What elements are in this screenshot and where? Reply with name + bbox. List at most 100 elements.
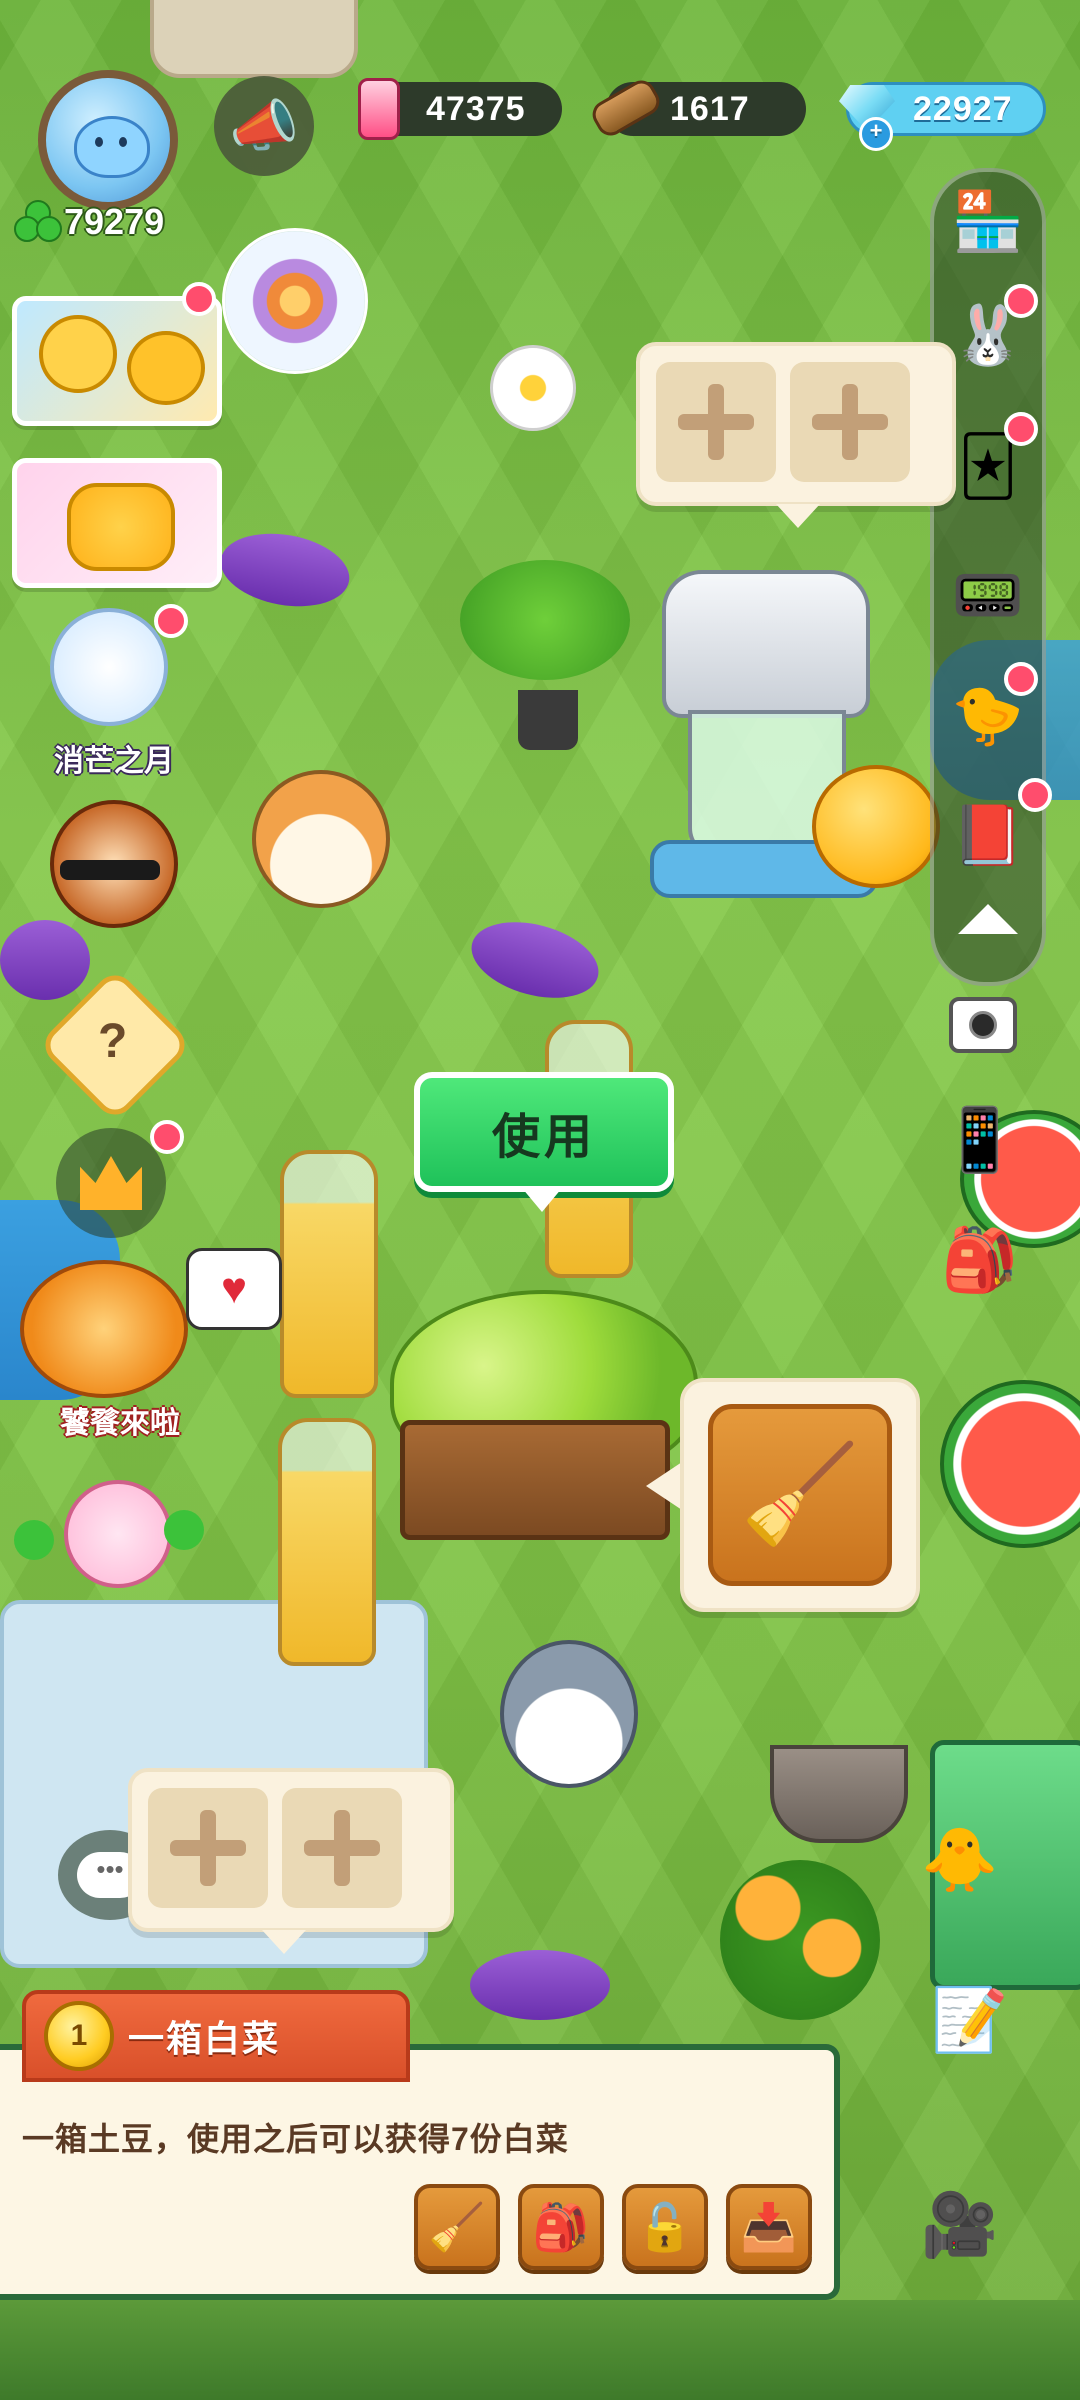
notification-dot bbox=[150, 1120, 184, 1154]
player-avatar-frame[interactable] bbox=[28, 60, 188, 220]
potion-value: 47375 bbox=[426, 89, 526, 128]
use-label: 使用 bbox=[491, 1111, 596, 1164]
clover-counter: 79279 bbox=[14, 200, 164, 244]
eggplant[interactable] bbox=[214, 524, 356, 616]
gem-icon: + bbox=[833, 75, 895, 151]
store-backpack-button[interactable]: 🎒 bbox=[518, 2184, 604, 2270]
mystery-box-button[interactable]: ? bbox=[30, 967, 193, 1123]
chick-notepad-icon: 📝 bbox=[931, 1985, 1009, 2055]
potion-resource[interactable]: 47375 bbox=[358, 78, 562, 140]
collect-button[interactable]: 📥 bbox=[726, 2184, 812, 2270]
moon-event-label: 消芒之月 bbox=[54, 745, 174, 778]
notification-dot bbox=[1004, 662, 1038, 696]
timed-event-card[interactable] bbox=[12, 296, 222, 426]
clover-icon bbox=[14, 200, 62, 244]
unlock-button[interactable]: 🔓 bbox=[622, 2184, 708, 2270]
camera-icon bbox=[949, 997, 1017, 1053]
notification-dot bbox=[1004, 284, 1038, 318]
yellow-chick[interactable] bbox=[812, 765, 940, 888]
chick-broom-icon: 🧹 bbox=[740, 1441, 860, 1548]
shop-stall-icon: 🏪 bbox=[951, 189, 1025, 254]
wood-resource[interactable]: 1617 bbox=[587, 75, 806, 141]
juice-bottle[interactable] bbox=[280, 1150, 378, 1398]
cards-icon: 🃏 bbox=[958, 434, 1018, 499]
backpack-button[interactable]: 🎒 bbox=[930, 1210, 1030, 1310]
chick-love-button[interactable]: 🐥 bbox=[910, 1810, 1010, 1910]
log-icon bbox=[587, 72, 665, 142]
walkie-chick-icon: 📟 bbox=[951, 563, 1025, 628]
dog-character-button[interactable] bbox=[30, 800, 180, 930]
notification-dot bbox=[1004, 412, 1038, 446]
heart-speech-icon: ♥ bbox=[186, 1248, 282, 1330]
collect-box-icon: 📥 bbox=[740, 2200, 798, 2253]
unlock-icon: 🔓 bbox=[636, 2200, 694, 2253]
shop-button[interactable]: 🏪 bbox=[944, 178, 1032, 266]
item-title-tab: 1 一箱白菜 bbox=[22, 1990, 410, 2082]
duck-camera-icon: 🎥 bbox=[921, 2190, 999, 2260]
sweep-icon: 🧹 bbox=[428, 2200, 486, 2253]
chick-icon bbox=[127, 331, 205, 405]
bunny-clover-button[interactable] bbox=[14, 1470, 204, 1600]
gift-chicks-icon bbox=[67, 483, 175, 571]
crown-task-button[interactable] bbox=[56, 1128, 166, 1238]
use-item-button[interactable]: 使用 bbox=[414, 1072, 674, 1192]
phone-share-button[interactable]: 📱 bbox=[930, 1090, 1030, 1190]
grey-cat-pet[interactable] bbox=[500, 1640, 638, 1788]
empty-slot-bubble-bottom bbox=[128, 1768, 454, 1932]
chick-hearts-icon: 🐥 bbox=[921, 1825, 999, 1895]
eggplant[interactable] bbox=[470, 1950, 610, 2020]
daisy-flower[interactable] bbox=[490, 345, 576, 431]
rank-medal-icon: 1 bbox=[44, 2001, 114, 2071]
announcement-button[interactable]: 📣 bbox=[214, 76, 314, 176]
mortar-pestle[interactable] bbox=[770, 1745, 908, 1843]
wood-value: 1617 bbox=[670, 89, 750, 128]
collapse-up-icon[interactable] bbox=[958, 904, 1018, 934]
feast-event-button[interactable]: ♥ bbox=[10, 1248, 282, 1398]
rank-number: 1 bbox=[70, 2019, 88, 2052]
notes-button[interactable]: 📝 bbox=[910, 1960, 1030, 2080]
clock-icon bbox=[39, 315, 117, 393]
recipe-book-button[interactable]: 📕 bbox=[944, 792, 1032, 880]
backpack-icon: 🎒 bbox=[941, 1225, 1019, 1295]
cabbage-crate[interactable] bbox=[400, 1420, 670, 1540]
add-slot[interactable] bbox=[790, 362, 910, 482]
swirl-bubble[interactable] bbox=[222, 228, 368, 374]
add-gem-icon[interactable]: + bbox=[859, 117, 893, 151]
gem-value: 22927 bbox=[913, 89, 1013, 128]
bottom-scenery bbox=[0, 2300, 1080, 2400]
bubble-tail bbox=[522, 1188, 562, 1212]
add-slot[interactable] bbox=[282, 1788, 402, 1908]
backpack-icon: 🎒 bbox=[532, 2200, 590, 2253]
megaphone-icon: 📣 bbox=[229, 94, 299, 157]
gift-event-card[interactable] bbox=[12, 458, 222, 588]
phone-button[interactable]: 📟 bbox=[944, 552, 1032, 640]
recipe-book-icon: 📕 bbox=[951, 803, 1025, 868]
item-title: 一箱白菜 bbox=[128, 2018, 281, 2059]
item-description: 一箱土豆，使用之后可以获得7份白菜 bbox=[22, 2121, 569, 2157]
notification-dot bbox=[154, 604, 188, 638]
bubble-tail bbox=[646, 1462, 682, 1510]
camera-button[interactable] bbox=[938, 980, 1028, 1070]
empty-slot-bubble-top bbox=[636, 342, 956, 506]
add-slot[interactable] bbox=[148, 1788, 268, 1908]
shiba-pet[interactable] bbox=[252, 770, 390, 908]
sweep-action-button[interactable]: 🧹 bbox=[414, 2184, 500, 2270]
clean-action-bubble: 🧹 bbox=[680, 1378, 920, 1612]
notification-dot bbox=[182, 282, 216, 316]
juice-bottle[interactable] bbox=[278, 1418, 376, 1666]
add-slot[interactable] bbox=[656, 362, 776, 482]
phone-chick-icon: 📱 bbox=[941, 1105, 1019, 1175]
feast-event-label: 饕餮來啦 bbox=[60, 1407, 180, 1440]
bubble-tail bbox=[776, 504, 820, 528]
sweep-button[interactable]: 🧹 bbox=[708, 1404, 892, 1586]
gem-resource[interactable]: + 22927 bbox=[839, 82, 1046, 151]
potted-plant[interactable] bbox=[460, 560, 630, 760]
notification-dot bbox=[1018, 778, 1052, 812]
clover-value: 79279 bbox=[64, 201, 165, 242]
photo-mode-button[interactable]: 🎥 bbox=[870, 2150, 1050, 2300]
eggplant[interactable] bbox=[463, 909, 607, 1011]
orange-flowers[interactable] bbox=[720, 1860, 880, 2020]
potion-icon bbox=[346, 72, 406, 142]
watermelon[interactable] bbox=[940, 1380, 1080, 1548]
avatar[interactable] bbox=[38, 70, 178, 210]
